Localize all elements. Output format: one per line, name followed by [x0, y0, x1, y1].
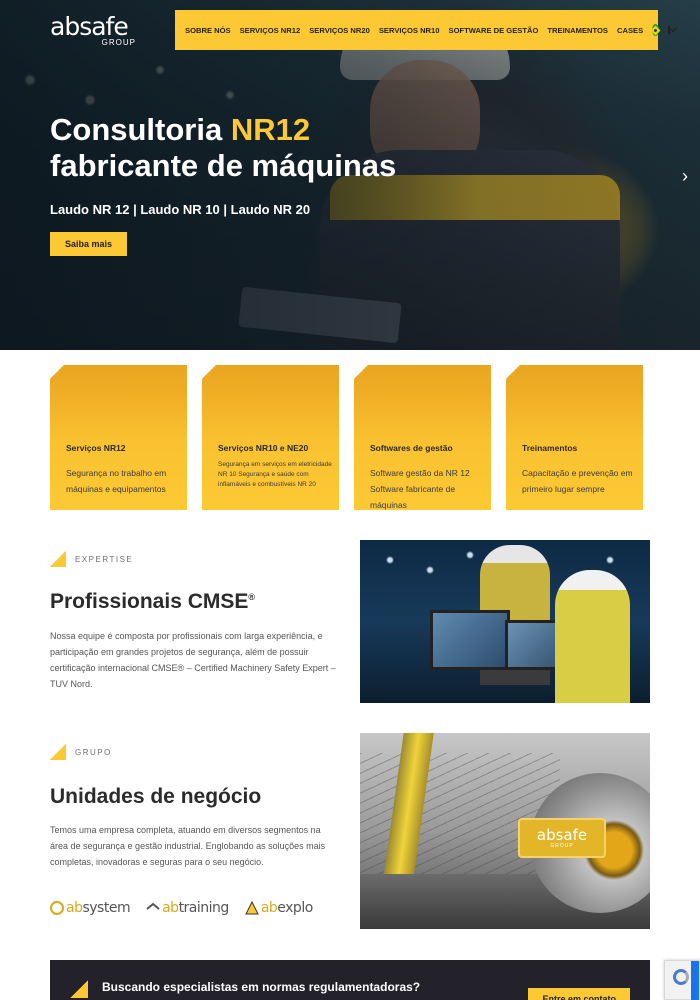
nav-item-sobre-nos[interactable]: SOBRE NÓS	[185, 26, 231, 35]
service-card-photo	[354, 365, 491, 440]
absystem-logo-icon	[50, 901, 64, 915]
grupo-tag-label: GRUPO	[75, 747, 112, 757]
service-card-nr12[interactable]: Serviços NR12 Segurança no trabalho em m…	[50, 365, 187, 510]
hero-banner: absafe GROUP SOBRE NÓS SERVIÇOS NR12 SER…	[0, 0, 700, 350]
cta-text: Buscando especialistas em normas regulam…	[102, 980, 421, 994]
service-card-title: Treinamentos	[522, 443, 578, 453]
chevron-right-icon[interactable]: ›	[682, 166, 688, 187]
grupo-tag: GRUPO	[50, 744, 112, 760]
triangle-icon	[50, 551, 66, 567]
saiba-mais-button[interactable]: Saiba mais	[50, 232, 128, 256]
nav-item-servicos-nr12[interactable]: SERVIÇOS NR12	[240, 26, 301, 35]
unit-absystem[interactable]: absystem	[50, 900, 131, 916]
expertise-title-text: Profissionais CMSE	[50, 590, 249, 613]
service-card-treinamentos[interactable]: Treinamentos Capacitação e prevenção em …	[506, 365, 643, 510]
expertise-tag-label: EXPERTISE	[75, 554, 134, 564]
abexplo-logo-icon	[245, 901, 259, 915]
mail-icon[interactable]	[668, 26, 671, 34]
logo-wordmark: absafe	[50, 12, 129, 41]
badge-subtitle: GROUP	[550, 843, 574, 849]
grupo-body: Temos uma empresa completa, atuando em d…	[50, 825, 326, 867]
hero-title-highlight: NR12	[230, 112, 311, 147]
triangle-icon	[70, 980, 88, 998]
service-card-desc: Capacitação e prevenção em primeiro luga…	[522, 468, 633, 494]
service-card-nr10-nr20[interactable]: Serviços NR10 e NE20 Segurança em serviç…	[202, 365, 339, 510]
engineer-figure	[555, 570, 630, 703]
hero-content: Consultoria NR12 fabricante de máquinas …	[50, 112, 396, 256]
hero-subtitle: Laudo NR 12 | Laudo NR 10 | Laudo NR 20	[50, 202, 311, 217]
unit-name: absystem	[66, 900, 131, 916]
expertise-tag: EXPERTISE	[50, 551, 133, 567]
nav-item-treinamentos[interactable]: TREINAMENTOS	[547, 26, 608, 35]
logo-subtitle: GROUP	[101, 38, 136, 47]
service-card-photo	[506, 365, 643, 440]
absafe-badge: absafe GROUP	[518, 818, 606, 858]
triangle-icon	[50, 744, 66, 760]
hero-title: Consultoria NR12 fabricante de máquinas	[50, 112, 396, 184]
service-card-desc: Segurança no trabalho em máquinas e equi…	[66, 468, 167, 494]
service-card-desc: Software gestão da NR 12 Software fabric…	[370, 468, 470, 510]
hero-title-part1: Consultoria	[50, 112, 231, 147]
recaptcha-tab	[691, 961, 699, 1000]
service-card-title: Softwares de gestão	[370, 443, 453, 453]
grupo-photo: absafe GROUP	[360, 733, 650, 929]
nav-item-servicos-nr20[interactable]: SERVIÇOS NR20	[309, 26, 370, 35]
service-card-photo	[50, 365, 187, 440]
service-card-photo	[202, 365, 339, 440]
contact-button[interactable]: Entre em contato	[528, 988, 630, 1000]
service-card-software[interactable]: Softwares de gestão Software gestão da N…	[354, 365, 491, 510]
nav-item-servicos-nr10[interactable]: SERVIÇOS NR10	[379, 26, 440, 35]
service-card-desc: Segurança em serviços em eletricidade NR…	[218, 461, 332, 488]
service-card-title: Serviços NR10 e NE20	[218, 443, 309, 453]
unit-name: abtraining	[162, 900, 229, 916]
nav-item-cases[interactable]: CASES	[617, 26, 643, 35]
service-cards: Serviços NR12 Segurança no trabalho em m…	[50, 365, 643, 510]
nav-item-software-de-gestao[interactable]: SOFTWARE DE GESTÃO	[449, 26, 539, 35]
abtraining-logo-icon	[146, 902, 160, 910]
business-units: absystem abtraining abexplo	[50, 893, 350, 923]
monitor-screen	[430, 610, 510, 670]
registered-mark: ®	[248, 592, 256, 602]
main-nav: SOBRE NÓS SERVIÇOS NR12 SERVIÇOS NR20 SE…	[175, 10, 671, 50]
unit-abtraining[interactable]: abtraining	[146, 900, 229, 916]
badge-wordmark: absafe	[536, 826, 588, 844]
expertise-body: Nossa equipe é composta por profissionai…	[50, 631, 336, 689]
contact-cta-banner: Buscando especialistas em normas regulam…	[50, 960, 650, 1000]
unit-name: abexplo	[260, 900, 313, 916]
logo[interactable]: absafe GROUP	[50, 14, 150, 50]
expertise-photo	[360, 540, 650, 703]
hero-title-line2: fabricante de máquinas	[50, 148, 397, 183]
grupo-title: Unidades de negócio	[50, 785, 262, 808]
recaptcha-icon	[673, 969, 689, 985]
expertise-title: Profissionais CMSE®	[50, 590, 255, 614]
service-card-title: Serviços NR12	[66, 443, 126, 453]
unit-abexplo[interactable]: abexplo	[245, 900, 313, 916]
recaptcha-badge[interactable]	[664, 960, 700, 1000]
